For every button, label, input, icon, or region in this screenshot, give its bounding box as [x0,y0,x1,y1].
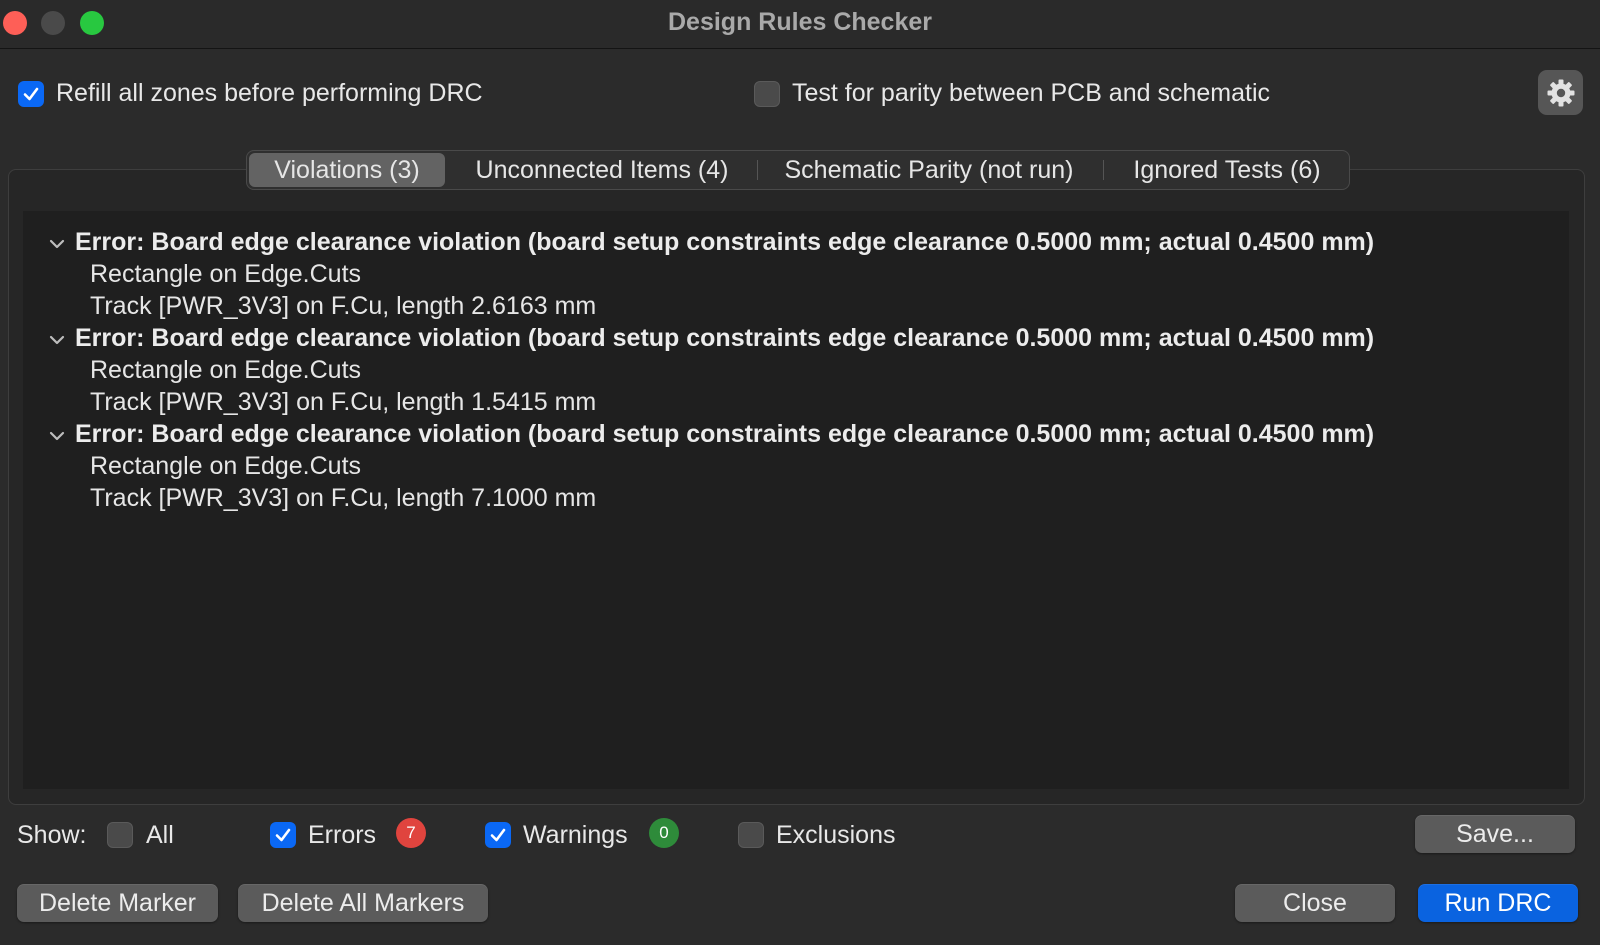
violation-item[interactable]: Track [PWR_3V3] on F.Cu, length 2.6163 m… [90,292,596,321]
warnings-count-badge: 0 [649,818,679,848]
violation-item[interactable]: Rectangle on Edge.Cuts [90,260,361,289]
title-bar: Design Rules Checker [0,0,1600,49]
show-exclusions-label: Exclusions [776,821,896,849]
checkmark-icon [490,828,506,842]
delete-marker-button[interactable]: Delete Marker [17,884,218,922]
violation-row[interactable]: Error: Board edge clearance violation (b… [23,420,1569,516]
violation-item[interactable]: Track [PWR_3V3] on F.Cu, length 7.1000 m… [90,484,596,513]
show-warnings-checkbox[interactable] [485,822,511,848]
tab-violations[interactable]: Violations (3) [249,153,445,187]
show-warnings-label: Warnings [523,821,628,849]
tab-bar: Violations (3) Unconnected Items (4) Sch… [246,150,1350,190]
chevron-down-icon[interactable] [47,426,67,446]
violations-list[interactable]: Error: Board edge clearance violation (b… [23,211,1569,789]
tab-schematic-parity[interactable]: Schematic Parity (not run) [762,153,1096,187]
test-parity-label: Test for parity between PCB and schemati… [792,79,1271,107]
errors-count-badge: 7 [396,818,426,848]
violation-title: Error: Board edge clearance violation (b… [75,228,1375,256]
show-errors-label: Errors [308,821,377,849]
tab-ignored-tests[interactable]: Ignored Tests (6) [1109,153,1345,187]
tab-unconnected-items[interactable]: Unconnected Items (4) [453,153,751,187]
violation-row[interactable]: Error: Board edge clearance violation (b… [23,228,1569,324]
show-all-label: All [146,821,174,849]
tab-separator [757,160,758,180]
close-button[interactable]: Close [1235,884,1395,922]
run-drc-button[interactable]: Run DRC [1418,884,1578,922]
show-exclusions-checkbox[interactable] [738,822,764,848]
settings-button[interactable] [1538,70,1583,115]
chevron-down-icon[interactable] [47,330,67,350]
tab-separator [1103,160,1104,180]
violation-item[interactable]: Rectangle on Edge.Cuts [90,356,361,385]
show-all-checkbox[interactable] [107,822,133,848]
show-errors-checkbox[interactable] [270,822,296,848]
drc-dialog: Design Rules Checker Refill all zones be… [0,0,1600,945]
violation-row[interactable]: Error: Board edge clearance violation (b… [23,324,1569,420]
refill-zones-checkbox[interactable] [18,81,44,107]
test-parity-checkbox[interactable] [754,81,780,107]
chevron-down-icon[interactable] [47,234,67,254]
violation-item[interactable]: Rectangle on Edge.Cuts [90,452,361,481]
save-button[interactable]: Save... [1415,815,1575,853]
show-label: Show: [17,821,87,849]
violation-title: Error: Board edge clearance violation (b… [75,324,1375,352]
delete-all-markers-button[interactable]: Delete All Markers [238,884,488,922]
violation-item[interactable]: Track [PWR_3V3] on F.Cu, length 1.5415 m… [90,388,596,417]
checkmark-icon [275,828,291,842]
gear-icon [1547,79,1574,106]
refill-zones-label: Refill all zones before performing DRC [56,79,483,107]
violation-title: Error: Board edge clearance violation (b… [75,420,1375,448]
window-title: Design Rules Checker [668,8,932,36]
checkmark-icon [23,87,39,101]
